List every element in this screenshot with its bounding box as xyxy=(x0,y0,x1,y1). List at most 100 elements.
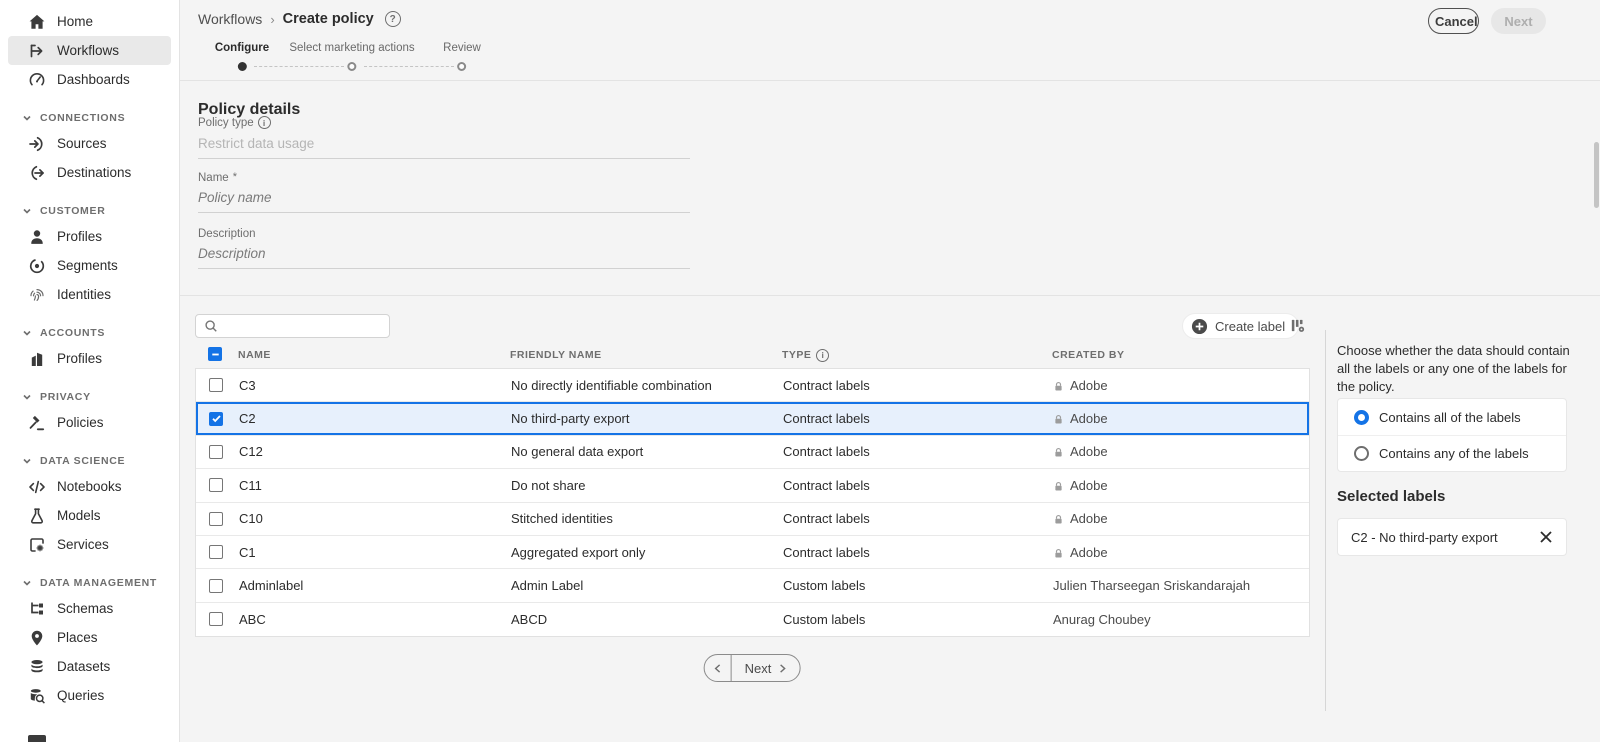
step-label: Review xyxy=(443,42,481,54)
search-input[interactable] xyxy=(225,318,389,334)
cell-created-by: Julien Tharseegan Sriskandarajah xyxy=(1053,578,1251,594)
row-checkbox[interactable] xyxy=(209,444,223,459)
services-icon xyxy=(28,536,46,554)
sidebar-item-profiles[interactable]: Profiles xyxy=(8,222,171,251)
previous-page-button[interactable] xyxy=(705,655,732,681)
sidebar-item-notebooks[interactable]: Notebooks xyxy=(8,472,171,501)
sidebar-section-data-science[interactable]: DATA SCIENCE xyxy=(0,450,179,472)
info-icon[interactable]: i xyxy=(816,348,830,362)
sidebar-item-models[interactable]: Models xyxy=(8,501,171,530)
select-all-checkbox[interactable] xyxy=(208,347,222,362)
sidebar-item-profiles[interactable]: Profiles xyxy=(8,344,171,373)
row-checkbox[interactable] xyxy=(209,411,223,426)
cell-name: Adminlabel xyxy=(239,578,304,594)
sidebar-item-home[interactable]: Home xyxy=(8,7,171,36)
sidebar-item-sources[interactable]: Sources xyxy=(8,129,171,158)
scrollbar-thumb[interactable] xyxy=(1594,142,1599,208)
table-row-c11[interactable]: C11 Do not share Contract labels Adobe xyxy=(196,469,1309,503)
column-header-name: NAME xyxy=(238,349,271,361)
sidebar-section-accounts[interactable]: ACCOUNTS xyxy=(0,322,179,344)
search-icon xyxy=(204,319,218,333)
policy-name-input[interactable] xyxy=(198,190,690,213)
lock-icon xyxy=(1053,447,1064,458)
sidebar-item-schemas[interactable]: Schemas xyxy=(8,594,171,623)
row-checkbox[interactable] xyxy=(209,612,223,627)
table-row-c3[interactable]: C3 No directly identifiable combination Co… xyxy=(196,369,1309,403)
sidebar-item-datasets[interactable]: Datasets xyxy=(8,652,171,681)
breadcrumb-workflows-link[interactable]: Workflows xyxy=(198,11,262,27)
sidebar-item-segments[interactable]: Segments xyxy=(8,251,171,280)
next-button[interactable]: Next xyxy=(1491,8,1546,34)
sidebar-section-data-management[interactable]: DATA MANAGEMENT xyxy=(0,572,179,594)
help-icon[interactable]: ? xyxy=(384,11,401,27)
row-checkbox[interactable] xyxy=(209,578,223,593)
info-icon[interactable]: i xyxy=(257,116,271,129)
sidebar-section-privacy[interactable]: PRIVACY xyxy=(0,386,179,408)
create-label-button[interactable]: Create label xyxy=(1182,313,1300,339)
cell-type: Contract labels xyxy=(783,444,870,460)
cell-type: Contract labels xyxy=(783,544,870,560)
row-checkbox[interactable] xyxy=(209,478,223,493)
radio-selected-icon[interactable] xyxy=(1354,409,1369,425)
plus-circle-icon xyxy=(1191,318,1208,335)
schemas-icon xyxy=(28,600,46,618)
panel-divider xyxy=(1325,330,1326,711)
cell-friendly-name: No third-party export xyxy=(511,411,630,427)
profile-icon xyxy=(28,228,46,246)
sidebar-section-customer[interactable]: CUSTOMER xyxy=(0,200,179,222)
pin-icon xyxy=(28,629,46,647)
sidebar-item-queries[interactable]: Queries xyxy=(8,681,171,710)
sidebar-item-places[interactable]: Places xyxy=(8,623,171,652)
table-row-c10[interactable]: C10 Stitched identities Contract labels Ado… xyxy=(196,502,1309,536)
cell-name: C10 xyxy=(239,511,263,527)
lock-icon xyxy=(1053,514,1064,525)
table-row-abc[interactable]: ABC ABCD Custom labels Anurag Choubey xyxy=(196,602,1309,637)
sidebar-item-policies[interactable]: Policies xyxy=(8,408,171,437)
cell-name: C2 xyxy=(239,411,256,427)
option-contains-any[interactable]: Contains any of the labels xyxy=(1338,435,1566,471)
table-row-c12[interactable]: C12 No general data export Contract labels… xyxy=(196,435,1309,470)
cancel-button[interactable]: Cancel xyxy=(1428,8,1479,34)
lock-icon xyxy=(1053,381,1064,392)
step-label: Configure xyxy=(214,42,270,54)
column-header-friendly-name: FRIENDLY NAME xyxy=(510,349,602,361)
column-settings-icon[interactable] xyxy=(1289,317,1306,334)
cell-friendly-name: No general data export xyxy=(511,444,644,460)
row-checkbox[interactable] xyxy=(209,545,223,560)
table-row-c2[interactable]: C2 No third-party export Contract labels Ad… xyxy=(196,402,1309,436)
cell-created-by: Adobe xyxy=(1053,378,1309,393)
column-header-type: TYPE i xyxy=(782,348,1052,362)
cell-name: C11 xyxy=(239,477,262,493)
sidebar-partial-icon xyxy=(28,735,46,742)
sidebar-item-workflows[interactable]: Workflows xyxy=(8,36,171,65)
lock-icon xyxy=(1053,414,1064,425)
chevron-down-icon xyxy=(22,456,32,466)
sidebar: Home Workflows Dashboards CONNECTIONS Source… xyxy=(0,0,180,742)
step-connector xyxy=(254,66,344,67)
label-match-options: Contains all of the labels Contains any … xyxy=(1337,398,1567,472)
cell-created-by: Adobe xyxy=(1053,411,1309,426)
radio-icon[interactable] xyxy=(1354,446,1369,461)
sidebar-item-services[interactable]: Services xyxy=(8,530,171,559)
queries-icon xyxy=(28,687,46,705)
sidebar-section-connections[interactable]: CONNECTIONS xyxy=(0,107,179,129)
sidebar-item-identities[interactable]: Identities xyxy=(8,280,171,309)
option-contains-all[interactable]: Contains all of the labels xyxy=(1338,399,1566,435)
row-checkbox[interactable] xyxy=(209,511,223,526)
table-header: NAME FRIENDLY NAME TYPE i CREATED BY xyxy=(195,342,1310,368)
remove-label-icon[interactable] xyxy=(1539,530,1553,544)
row-checkbox[interactable] xyxy=(209,378,223,393)
cell-friendly-name: Admin Label xyxy=(511,578,584,594)
table-row-c1[interactable]: C1 Aggregated export only Contract labels A… xyxy=(196,535,1309,570)
table-row-adminlabel[interactable]: Adminlabel Admin Label Custom labels Julien… xyxy=(196,569,1309,603)
code-icon xyxy=(28,478,46,496)
building-icon xyxy=(28,350,46,368)
sidebar-item-destinations[interactable]: Destinations xyxy=(8,158,171,187)
cell-name: C1 xyxy=(239,544,256,560)
sidebar-item-dashboards[interactable]: Dashboards xyxy=(8,65,171,94)
description-input[interactable] xyxy=(198,246,690,269)
label-search xyxy=(195,314,390,338)
workflows-icon xyxy=(28,42,46,60)
chevron-down-icon xyxy=(22,578,32,588)
next-page-button[interactable]: Next xyxy=(732,655,800,681)
